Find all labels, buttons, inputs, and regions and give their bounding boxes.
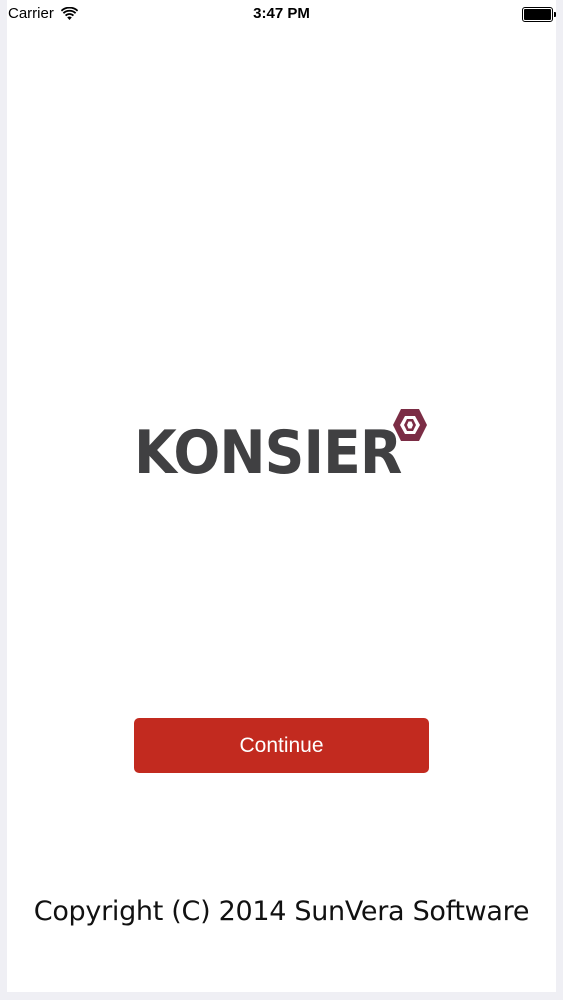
battery-fill: [524, 9, 551, 20]
continue-button[interactable]: Continue: [134, 718, 429, 773]
hexagon-icon: [393, 409, 427, 441]
battery-icon: [522, 7, 556, 22]
status-time: 3:47 PM: [253, 5, 310, 22]
status-bar: Carrier 3:47 PM: [0, 0, 563, 30]
logo-wordmark: KONSIER: [134, 418, 402, 488]
battery-body: [522, 7, 553, 22]
battery-tip: [554, 12, 556, 17]
konsier-logo: KONSIER: [134, 405, 430, 495]
app-screen: [7, 0, 556, 992]
copyright-text: Copyright (C) 2014 SunVera Software: [33, 896, 530, 927]
